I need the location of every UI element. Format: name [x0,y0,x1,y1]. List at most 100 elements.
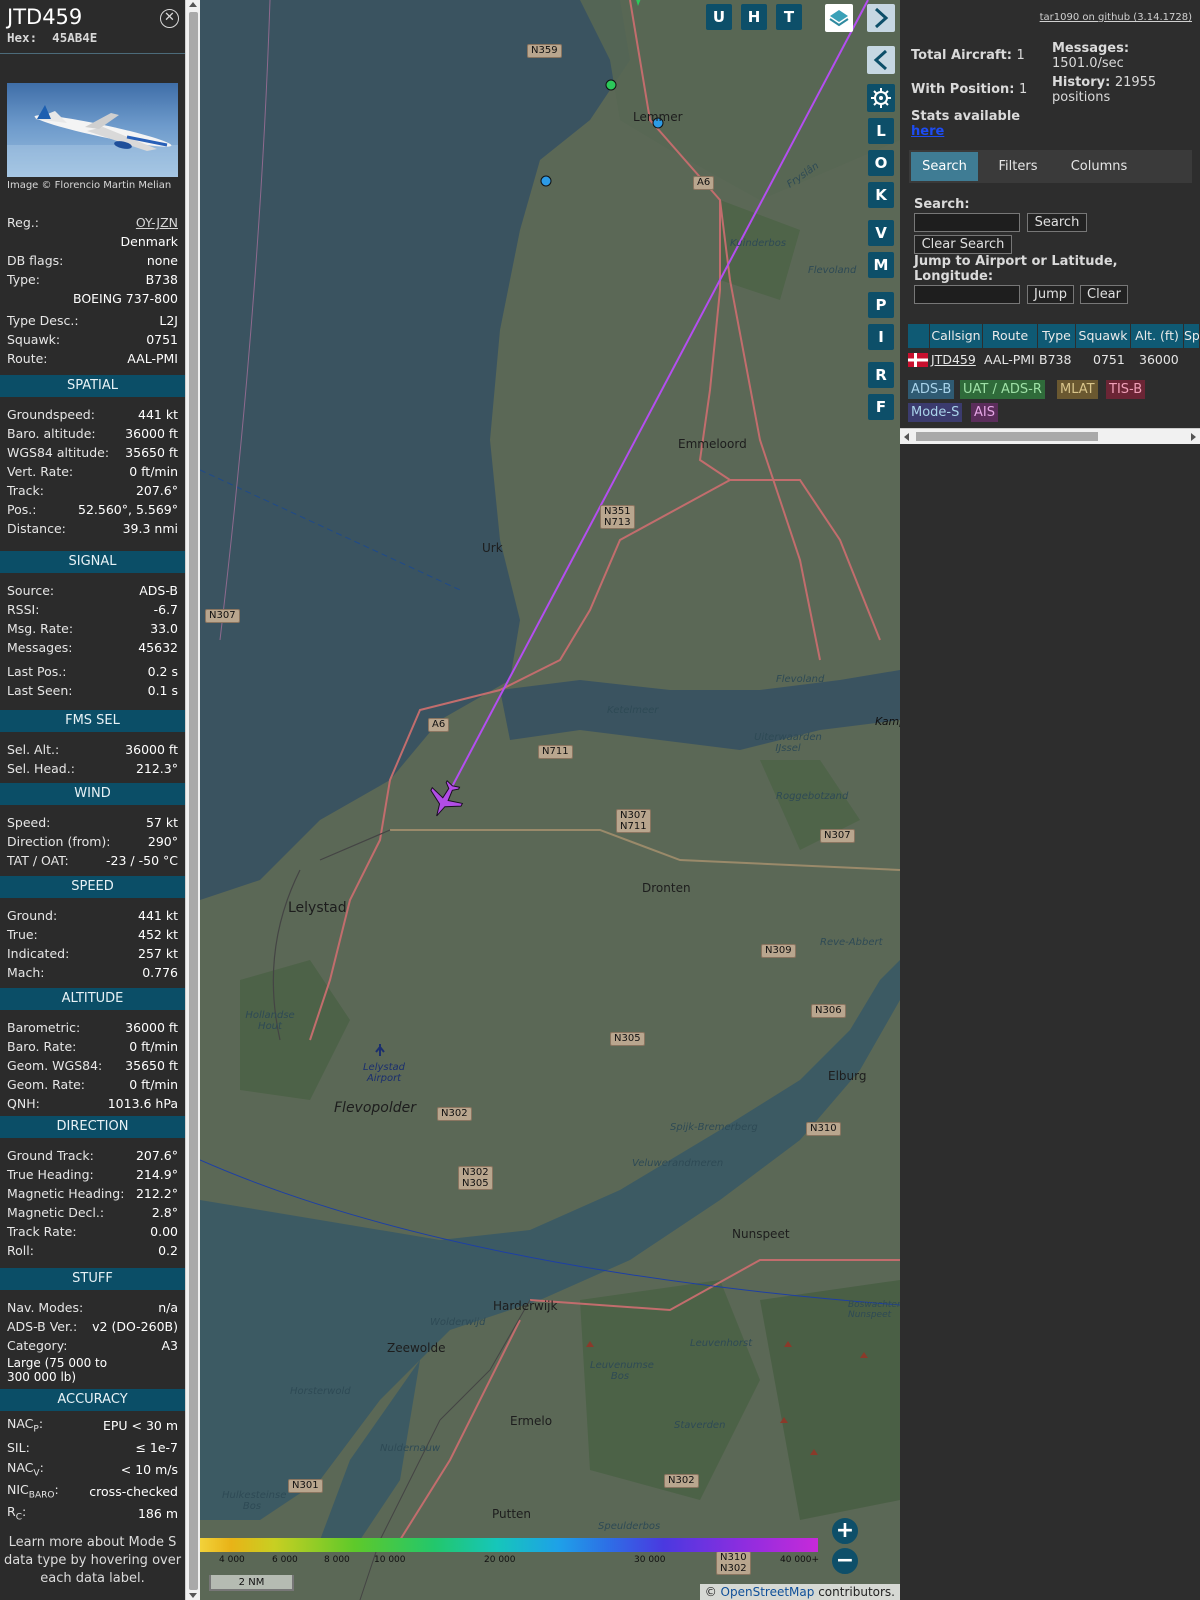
detail-label-text: Ground Track: [7,1148,94,1163]
zoom-in-button[interactable]: + [832,1518,858,1544]
scroll-up-arrow-icon[interactable] [189,2,197,7]
detail-label-colon: : [39,1460,44,1476]
map-button-l[interactable]: L [868,118,894,144]
map-button-f[interactable]: F [868,394,894,420]
detail-label: Last Pos.: [7,664,66,679]
altitude-tick-20000: 20 000 [484,1555,516,1565]
detail-value: 39.3 nmi [122,521,178,536]
detail-label: Indicated: [7,946,69,961]
road-shield-n307-west: N307 [205,609,240,623]
hscrollbar-thumb[interactable] [916,432,1098,441]
section-header-spatial: SPATIAL [0,375,185,397]
detail-value: < 10 m/s [120,1462,178,1477]
map-button-r[interactable]: R [868,362,894,388]
expand-right-chevron-icon[interactable] [867,4,895,32]
jump-input[interactable] [914,285,1020,304]
scroll-right-arrow-icon[interactable] [1191,433,1196,441]
map-scale-bar: 2 NM [209,1575,294,1591]
legend-mode-s[interactable]: Mode-S [908,403,963,422]
attribution-osm-link[interactable]: OpenStreetMap [721,1585,815,1599]
search-label: Search: [914,197,970,212]
detail-value: 0.1 s [147,683,178,698]
map-button-k[interactable]: K [868,182,894,208]
detail-label-text: Groundspeed: [7,407,95,422]
map-button-t[interactable]: T [776,4,802,30]
map-button-h[interactable]: H [741,4,767,30]
table-header-callsign[interactable]: Callsign [930,324,983,348]
map-button-o[interactable]: O [868,150,894,176]
table-horizontal-scrollbar[interactable] [900,428,1200,444]
table-header-squawk[interactable]: Squawk [1076,324,1131,348]
detail-label: NACP: [7,1416,43,1435]
legend-tis-b[interactable]: TIS-B [1106,380,1146,399]
detail-row: TAT / OAT: -23 / -50 °C [7,851,178,870]
altitude-tick-30000: 30 000 [634,1555,666,1565]
map-button-v[interactable]: V [868,220,894,246]
section-header-stuff: STUFF [0,1268,185,1290]
info-panel-scrollbar[interactable] [185,0,200,1600]
clear-button[interactable]: Clear [1080,285,1128,304]
table-header-type[interactable]: Type [1038,324,1076,348]
map-button-p[interactable]: P [868,292,894,318]
map-button-m[interactable]: M [868,252,894,278]
close-icon[interactable]: ✕ [160,9,179,28]
github-link[interactable]: tar1090 on github (3.14.1728) [1040,12,1192,23]
detail-label-text: Baro. Rate: [7,1039,77,1054]
map-label-uiterwaarden: Uiterwaarden IJssel [754,732,822,754]
clear-search-button[interactable]: Clear Search [914,235,1012,254]
altitude-color-legend [200,1538,818,1552]
map-label-veluwerandmeren: Veluwerandmeren [632,1158,724,1169]
row-callsign[interactable]: JTD459 [931,350,976,370]
aircraft-photo[interactable] [7,83,178,177]
road-shield-n307-east: N307 [820,829,855,843]
tab-filters[interactable]: Filters [986,152,1050,181]
hex-value: 45AB4E [52,30,98,45]
hex-line: Hex: 45AB4E [7,30,178,45]
legend-uat-ads-r[interactable]: UAT / ADS-R [960,380,1045,399]
jump-button[interactable]: Jump [1027,285,1074,304]
collapse-left-chevron-icon[interactable] [867,46,895,74]
table-header-speed[interactable]: Sp [1184,324,1200,348]
tab-search[interactable]: Search [911,152,978,181]
table-header-flag[interactable] [908,324,930,348]
registration-link[interactable]: OY-JZN [136,215,178,230]
legend-ais[interactable]: AIS [971,403,998,422]
road-shield-n307-n711: N307 N711 [616,809,651,833]
total-aircraft-label: Total Aircraft: [911,48,1012,63]
detail-row: Ground: 441 kt [7,906,178,925]
detail-label: Baro. Rate: [7,1039,76,1054]
detail-label-text: Msg. Rate: [7,621,74,636]
detail-label-text: Indicated: [7,946,70,961]
detail-label-text: Last Seen: [7,683,73,698]
detail-row: Indicated: 257 kt [7,944,178,963]
history-stat: History: 21955 positions [1052,75,1192,105]
search-input[interactable] [914,213,1020,232]
scrollbar-thumb[interactable] [189,12,198,1590]
road-shield-n301: N301 [288,1479,323,1493]
detail-label-colon: : [21,1504,27,1520]
scroll-down-arrow-icon[interactable] [189,1593,197,1598]
tab-columns[interactable]: Columns [1058,152,1140,181]
detail-label-text: Sel. Head.: [7,761,75,776]
attribution-suffix: contributors. [814,1585,895,1599]
scroll-left-arrow-icon[interactable] [904,433,909,441]
settings-gear-icon[interactable] [867,84,895,112]
mode-s-help-note: Learn more about Mode S data type by hov… [3,1535,182,1586]
map-view[interactable]: Lemmer Emmeloord Urk Lelystad Dronten Ke… [200,0,900,1600]
stats-here-link[interactable]: here [911,124,944,139]
map-button-i[interactable]: I [868,324,894,350]
zoom-out-button[interactable]: − [832,1548,858,1574]
detail-label: True Heading: [7,1167,94,1182]
table-header-altitude[interactable]: Alt. (ft) [1131,324,1184,348]
detail-row: Baro. altitude: 36000 ft [7,424,178,443]
detail-label: TAT / OAT: [7,853,69,868]
detail-row: Type: B738 [7,270,178,289]
search-button[interactable]: Search [1027,213,1087,232]
map-button-u[interactable]: U [706,4,732,30]
legend-ads-b[interactable]: ADS-B [908,380,955,399]
detail-value: 35650 ft [125,445,178,460]
detail-label-text: Messages: [7,640,73,655]
table-header-route[interactable]: Route [983,324,1038,348]
layers-icon[interactable] [825,4,853,32]
legend-mlat[interactable]: MLAT [1057,380,1098,399]
